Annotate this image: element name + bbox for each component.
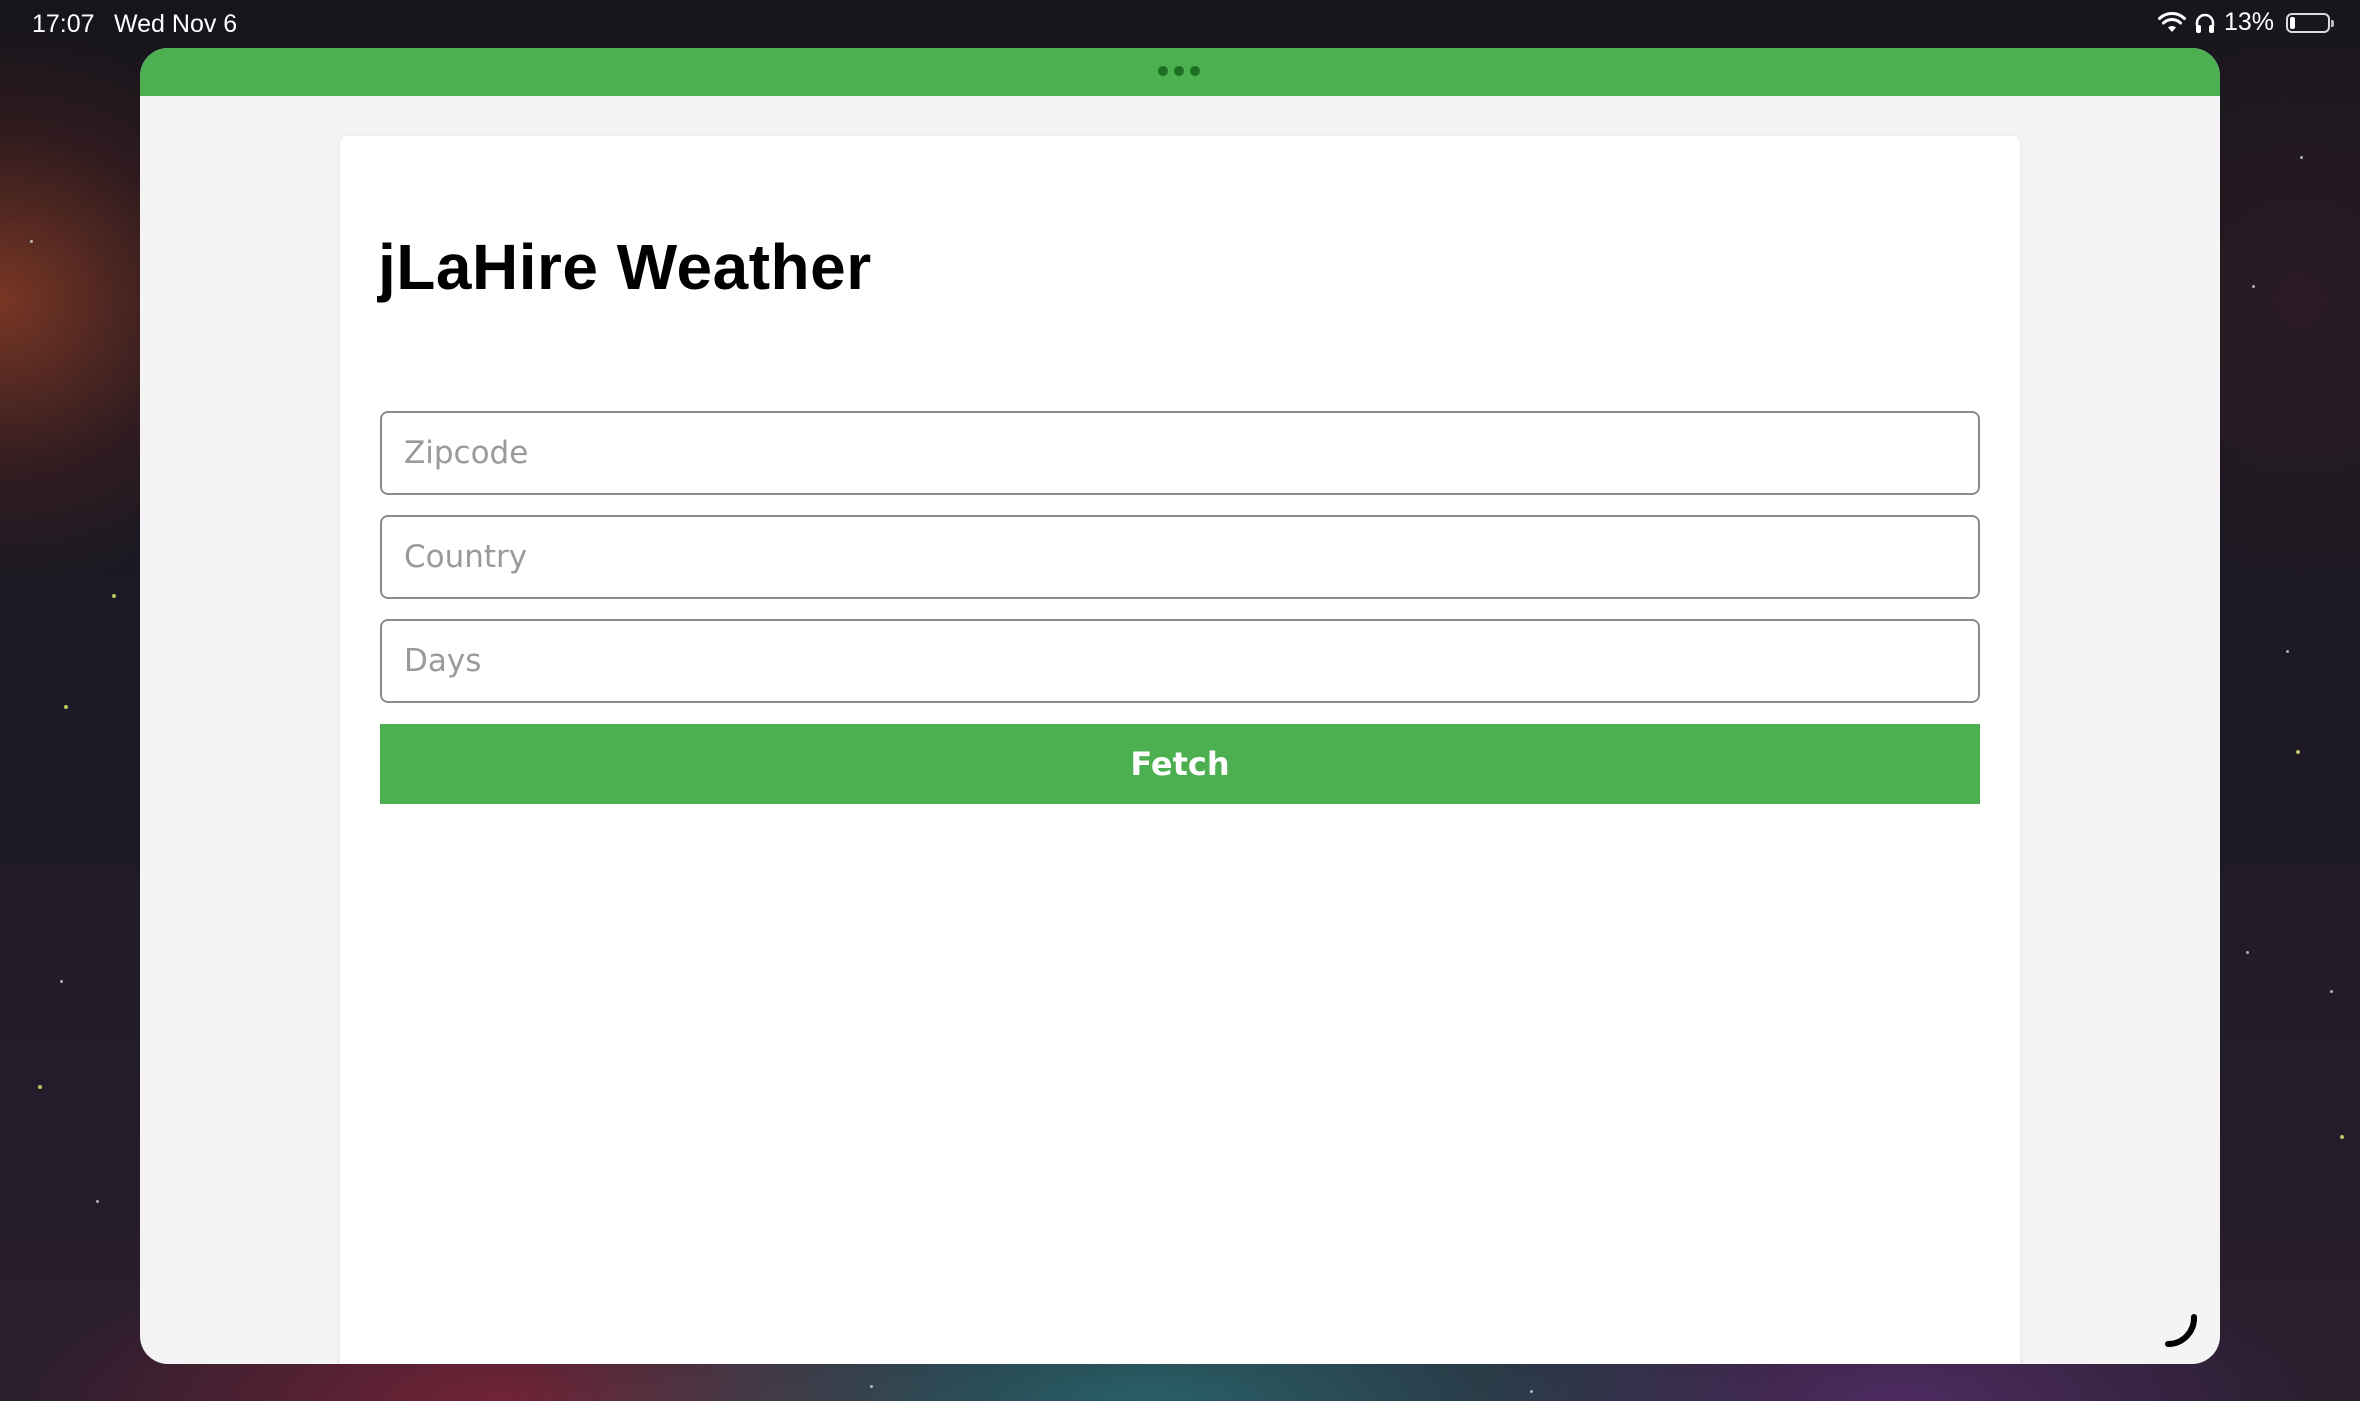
dot (1190, 66, 1200, 76)
app-window: jLaHire Weather Fetch (140, 48, 2220, 1364)
star (2330, 990, 2333, 993)
star (2340, 1135, 2344, 1139)
headphones-icon (2194, 12, 2216, 34)
page-title: jLaHire Weather (378, 231, 872, 303)
status-date: Wed Nov 6 (114, 10, 238, 38)
star (60, 980, 63, 983)
status-bar: 17:07 Wed Nov 6 13% (0, 0, 2360, 48)
star (2246, 951, 2249, 954)
status-indicators: 13% (2157, 8, 2334, 37)
battery-level (2290, 16, 2295, 29)
zipcode-input[interactable] (380, 411, 1980, 495)
window-title-bar (140, 48, 2220, 96)
battery-icon (2286, 12, 2334, 33)
star (2286, 650, 2289, 653)
days-input[interactable] (380, 619, 1980, 703)
star (2252, 285, 2255, 288)
fetch-button[interactable]: Fetch (380, 724, 1980, 804)
status-time: 17:07 (32, 10, 95, 38)
wifi-icon (2157, 11, 2186, 34)
country-input[interactable] (380, 515, 1980, 599)
star (112, 594, 116, 598)
multitask-dots-icon[interactable] (1158, 66, 1200, 76)
dot (1158, 66, 1168, 76)
star (96, 1200, 99, 1203)
star (2296, 750, 2300, 754)
star (2300, 156, 2303, 159)
star (64, 705, 68, 709)
star (30, 240, 33, 243)
star (38, 1085, 42, 1089)
star (870, 1385, 873, 1388)
resize-handle-icon[interactable] (2164, 1314, 2198, 1348)
star (1530, 1390, 1533, 1393)
dot (1174, 66, 1184, 76)
battery-percent: 13% (2223, 8, 2274, 36)
weather-form-card: jLaHire Weather Fetch (340, 136, 2020, 1364)
